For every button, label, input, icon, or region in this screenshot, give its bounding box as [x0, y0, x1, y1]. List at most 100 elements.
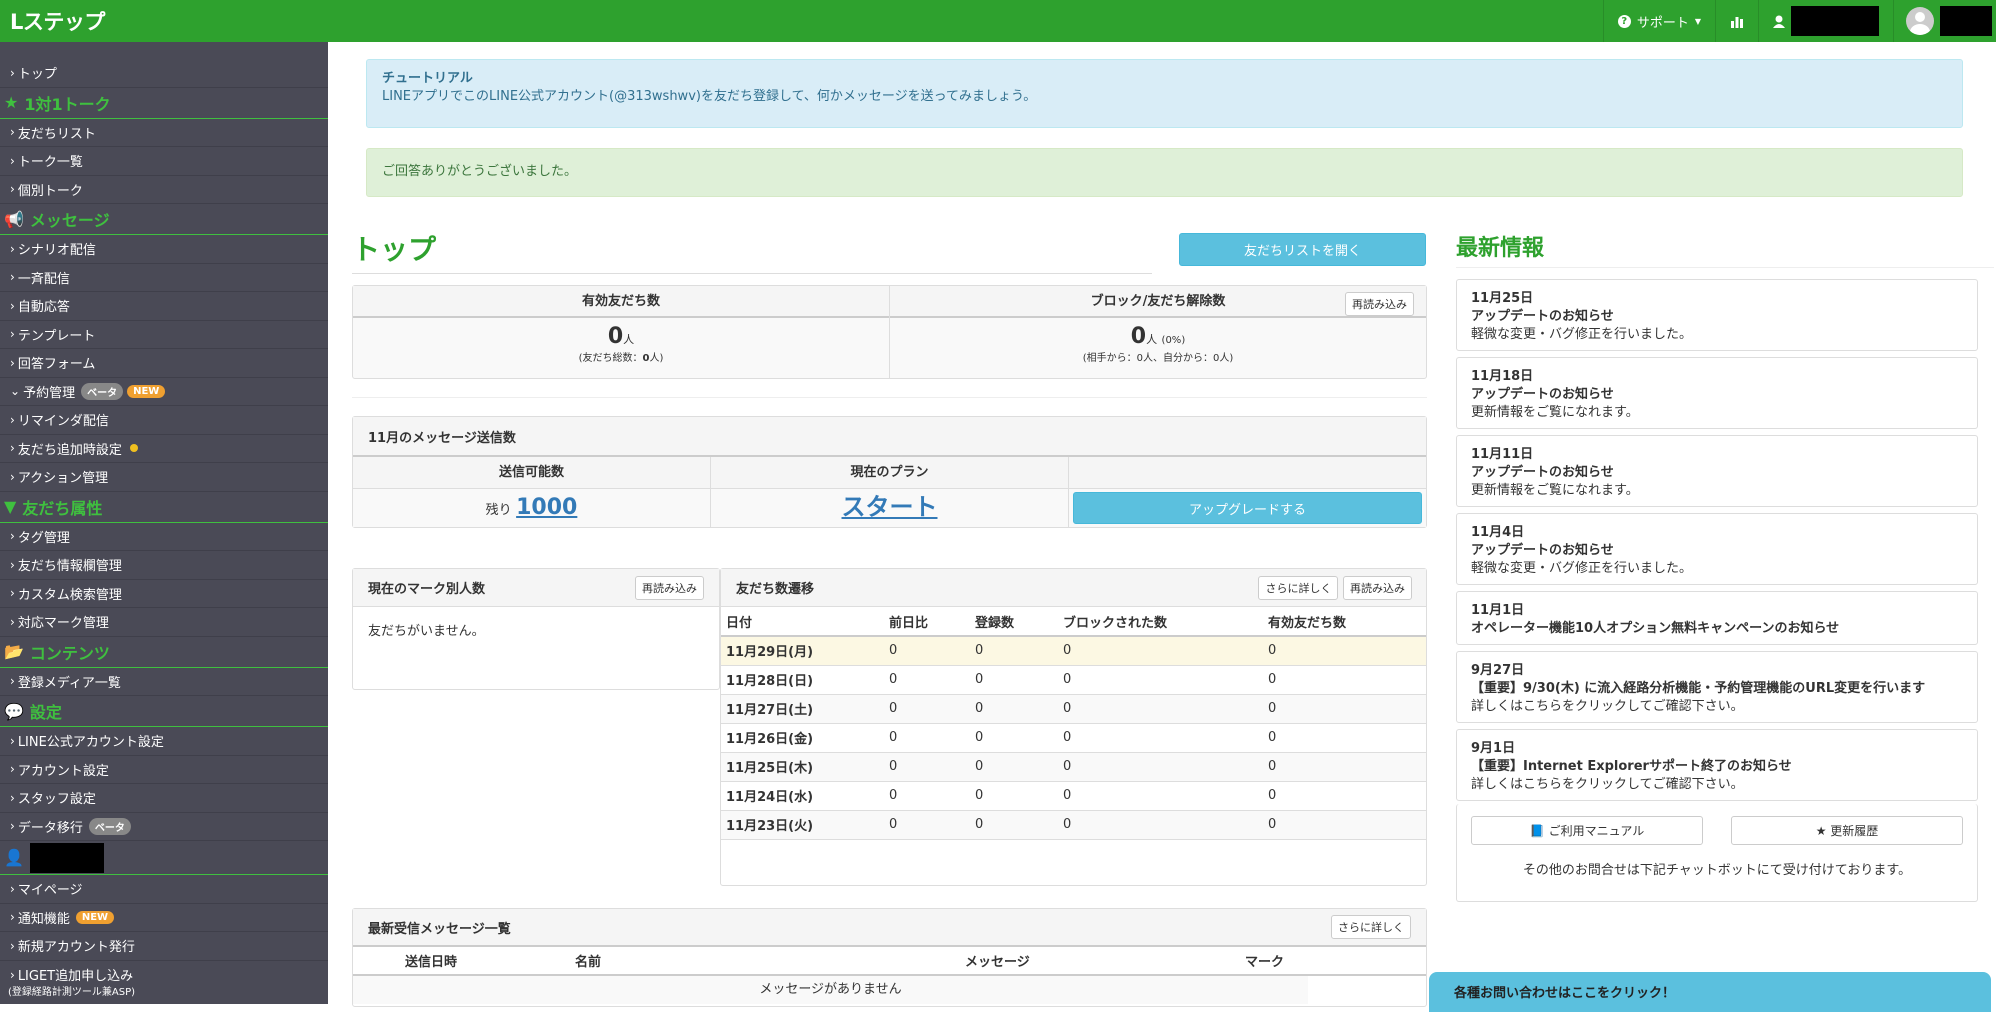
profile-menu[interactable]: [1893, 0, 1996, 42]
upgrade-button[interactable]: アップグレードする: [1073, 492, 1422, 524]
sidebar-item-custom-search[interactable]: › カスタム検索管理: [0, 580, 328, 608]
col-diff: 前日比: [889, 615, 929, 631]
sidebar-item-template[interactable]: › テンプレート: [0, 321, 328, 349]
chevron-right-icon: ›: [10, 819, 15, 834]
news-body: 更新情報をご覧になれます。: [1471, 483, 1639, 498]
news-title: 【重要】9/30(木) に流入経路分析機能・予約管理機能のURL変更を行います: [1471, 681, 1926, 696]
news-item[interactable]: 11月18日 アップデートのお知らせ 更新情報をご覧になれます。: [1456, 357, 1978, 429]
news-date: 11月1日: [1471, 603, 1525, 618]
remaining-count-link[interactable]: 1000: [516, 495, 577, 520]
sidebar-item-auto-reply[interactable]: › 自動応答: [0, 292, 328, 321]
sidebar-item-account-settings[interactable]: › アカウント設定: [0, 756, 328, 784]
sidebar-item-label: 予約管理: [23, 385, 76, 401]
empty-message: 友だちがいません。: [368, 624, 485, 639]
redacted-account-name: [1791, 6, 1879, 36]
news-body: 詳しくはこちらをクリックしてご確認下さい。: [1471, 777, 1744, 792]
history-label: 更新履歴: [1830, 824, 1879, 838]
sidebar-item-label: アカウント設定: [17, 763, 109, 779]
block-breakdown: (相手から：0人、自分から：0人): [1082, 353, 1234, 364]
news-date: 9月1日: [1471, 741, 1516, 756]
sidebar-item-label: 通知機能: [17, 911, 70, 927]
news-item[interactable]: 9月1日【重要】Internet Explorerサポート終了のお知らせ 詳しくは…: [1456, 729, 1978, 801]
sidebar-item-top[interactable]: › トップ: [0, 59, 328, 88]
news-title: アップデートのお知らせ: [1471, 465, 1614, 480]
sidebar-item-talk-list[interactable]: › トーク一覧: [0, 147, 328, 176]
valid-friends-cell: 有効友だち数 0人 (友だち総数：0人): [353, 286, 890, 378]
stats-button[interactable]: [1715, 0, 1758, 42]
block-percent: (0%): [1161, 335, 1186, 346]
reload-button[interactable]: 再読み込み: [635, 575, 704, 600]
sidebar-item-media[interactable]: › 登録メディア一覧: [0, 668, 328, 696]
brand-logo[interactable]: Lステップ: [10, 6, 105, 36]
date-cell: 11月29日(月): [726, 645, 814, 661]
sidebar-section-user: 👤: [0, 841, 328, 875]
sidebar-item-broadcast[interactable]: › 一斉配信: [0, 264, 328, 292]
chevron-right-icon: ›: [10, 65, 15, 80]
sidebar-item-marks[interactable]: › 対応マーク管理: [0, 608, 328, 637]
sidebar-item-scenario[interactable]: › シナリオ配信: [0, 235, 328, 264]
reload-button[interactable]: 再読み込み: [1345, 292, 1414, 316]
sidebar-item-individual-talk[interactable]: › 個別トーク: [0, 176, 328, 204]
section-label: 1対1トーク: [24, 94, 111, 114]
sidebar-item-staff[interactable]: › スタッフ設定: [0, 784, 328, 813]
chevron-right-icon: ›: [10, 557, 15, 572]
plan-link[interactable]: スタート: [842, 493, 938, 521]
table-row: 11月27日(土) 0 0 0 0: [721, 694, 1426, 723]
friend-trend-table: 日付 前日比 登録数 ブロックされた数 有効友だち数 11月29日(月) 0 0 0 0…: [721, 607, 1426, 840]
more-details-button[interactable]: さらに詳しく: [1258, 575, 1339, 600]
chevron-right-icon: ›: [10, 586, 15, 601]
news-title: オペレーター機能10人オプション無料キャンペーンのお知らせ: [1471, 621, 1840, 636]
value-cell: 0: [889, 788, 898, 803]
news-item[interactable]: 9月27日 【重要】9/30(木) に流入経路分析機能・予約管理機能のURL変更を…: [1456, 651, 1978, 723]
reload-button[interactable]: 再読み込み: [1343, 575, 1412, 600]
sidebar-item-mypage[interactable]: › マイページ: [0, 875, 328, 904]
manual-label: ご利用マニュアル: [1548, 824, 1645, 838]
sidebar-item-data-migration[interactable]: › データ移行 ベータ: [0, 813, 328, 841]
value-cell: 0: [1268, 701, 1277, 716]
thanks-alert: ご回答ありがとうございました。: [366, 148, 1963, 197]
manual-button[interactable]: 📘 ご利用マニュアル: [1471, 816, 1703, 845]
more-details-button[interactable]: さらに詳しく: [1331, 915, 1411, 939]
sidebar-item-tags[interactable]: › タグ管理: [0, 523, 328, 551]
support-menu[interactable]: ? サポート ▼: [1602, 0, 1715, 42]
chevron-right-icon: ›: [10, 327, 15, 342]
sidebar-item-notifications[interactable]: › 通知機能 NEW: [0, 904, 328, 932]
value-cell: 0: [975, 701, 984, 716]
sidebar-item-label: トップ: [17, 67, 57, 83]
sidebar-item-label: 友だちリスト: [17, 126, 96, 142]
sidebar-item-new-account[interactable]: › 新規アカウント発行: [0, 932, 328, 961]
sidebar-item-label: LINE公式アカウント設定: [17, 735, 164, 751]
value-cell: 0: [1268, 730, 1277, 745]
chevron-right-icon: ›: [10, 412, 15, 427]
sidebar-item-action[interactable]: › アクション管理: [0, 463, 328, 492]
sidebar-item-reminder[interactable]: › リマインダ配信: [0, 406, 328, 435]
value-cell: 0: [889, 759, 898, 774]
sidebar-item-answer-form[interactable]: › 回答フォーム: [0, 349, 328, 378]
valid-friends-value: 0: [607, 324, 624, 349]
user-icon: [1773, 15, 1785, 28]
sidebar-item-reservation[interactable]: ⌄ 予約管理 ベータ NEW: [0, 378, 328, 406]
sidebar-item-line-account[interactable]: › LINE公式アカウント設定: [0, 727, 328, 756]
news-item[interactable]: 11月1日オペレーター機能10人オプション無料キャンペーンのお知らせ: [1456, 591, 1978, 645]
new-badge: NEW: [127, 384, 166, 398]
sidebar-item-friend-info[interactable]: › 友だち情報欄管理: [0, 551, 328, 580]
chat-contact-tab[interactable]: 各種お問い合わせはここをクリック！: [1429, 972, 1991, 1012]
chevron-right-icon: ›: [10, 441, 15, 456]
account-menu[interactable]: [1758, 0, 1893, 42]
news-item[interactable]: 11月11日 アップデートのお知らせ 更新情報をご覧になれます。: [1456, 435, 1978, 507]
date-cell: 11月26日(金): [726, 732, 814, 747]
alert-body: LINEアプリでこのLINE公式アカウント(@313wshwv)を友だち登録して…: [382, 89, 1037, 104]
sidebar-item-friends-list[interactable]: › 友だちリスト: [0, 119, 328, 147]
panel-title: 11月のメッセージ送信数: [353, 417, 1426, 457]
news-body: 軽微な変更・バグ修正を行いました。: [1471, 561, 1693, 576]
news-item[interactable]: 11月4日 アップデートのお知らせ 軽微な変更・バグ修正を行いました。: [1456, 513, 1978, 585]
section-label: 設定: [29, 703, 62, 722]
news-title: 【重要】Internet Explorerサポート終了のお知らせ: [1471, 759, 1792, 774]
sidebar-item-label: テンプレート: [17, 328, 96, 344]
sidebar-item-friend-add-settings[interactable]: › 友だち追加時設定: [0, 435, 328, 463]
news-item[interactable]: 11月25日 アップデートのお知らせ 軽微な変更・バグ修正を行いました。: [1456, 279, 1978, 351]
open-friends-list-button[interactable]: 友だちリストを開く: [1179, 233, 1426, 266]
chevron-right-icon: ›: [10, 762, 15, 777]
update-history-button[interactable]: ★ 更新履歴: [1731, 816, 1963, 845]
date-cell: 11月23日(火): [726, 819, 814, 834]
